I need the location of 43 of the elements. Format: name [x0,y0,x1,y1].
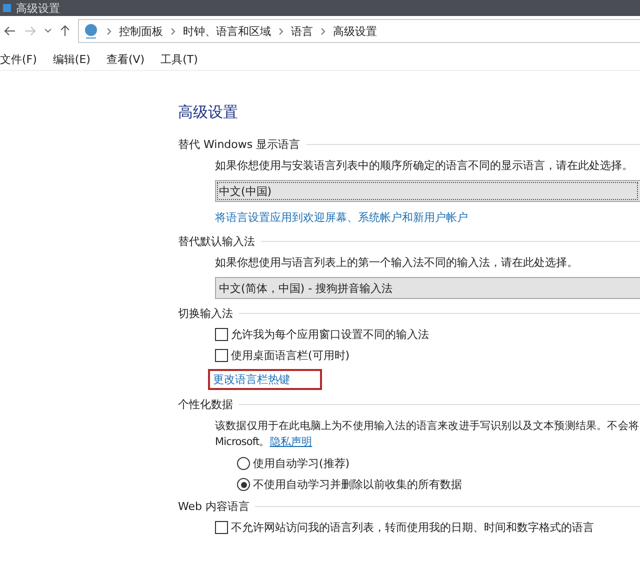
radio-button[interactable] [237,478,250,491]
dropdown[interactable]: 中文(中国) [215,180,640,202]
menu-item[interactable]: 文件(F) [0,52,37,66]
address-bar[interactable]: 控制面板 时钟、语言和区域 语言 高级设置 [78,19,640,43]
description-text: Microsoft。 [215,436,270,448]
menu-item[interactable]: 查看(V) [106,52,145,66]
menu-item[interactable]: 工具(T) [160,52,198,66]
description-text: 该数据仅用于在此电脑上为不使用输入法的语言来改进手写识别以及文本预测结果。不会将 [215,419,640,434]
section-title: 个性化数据 [178,396,233,412]
breadcrumb-item[interactable]: 语言 [291,24,313,38]
checkbox[interactable] [215,349,228,362]
breadcrumb-item[interactable]: 时钟、语言和区域 [183,24,271,38]
dropdown-icon[interactable] [44,28,52,34]
checkbox[interactable] [215,328,228,341]
window-icon [2,3,12,13]
description-text: 如果你想使用与语言列表上的第一个输入法不同的输入法，请在此处选择。 [215,255,579,271]
description-text: 如果你想使用与安装语言列表中的顺序所确定的语言不同的显示语言，请在此处选择。 [215,158,634,174]
page-heading: 高级设置 [178,103,239,122]
chevron-icon [107,28,111,34]
radio-button[interactable] [237,457,250,470]
back-icon[interactable] [4,26,16,36]
up-icon[interactable] [60,25,70,37]
breadcrumb-item[interactable]: 高级设置 [333,24,377,38]
link[interactable]: 更改语言栏热键 [208,369,322,390]
menu-item[interactable]: 编辑(E) [52,52,90,66]
link[interactable]: 将语言设置应用到欢迎屏幕、系统帐户和新用户帐户 [211,208,472,227]
section-title: 切换输入法 [178,306,233,320]
chevron-icon [279,28,283,34]
checkbox[interactable] [215,521,228,534]
chevron-icon [171,28,175,34]
checkbox-label: 允许我为每个应用窗口设置不同的输入法 [231,327,429,342]
chevron-icon [321,28,325,34]
section-title: Web 内容语言 [178,498,250,514]
breadcrumb-item[interactable]: 控制面板 [119,24,163,38]
privacy-link[interactable]: 隐私声明 [270,436,312,448]
radio-label: 使用自动学习(推荐) [253,456,350,471]
radio-label: 不使用自动学习并删除以前收集的所有数据 [253,477,462,492]
dropdown[interactable]: 中文(简体，中国) - 搜狗拼音输入法 [215,277,640,299]
checkbox-label: 不允许网站访问我的语言列表，转而使用我的日期、时间和数字格式的语言 [231,520,594,535]
section-title: 替代 Windows 显示语言 [178,136,300,152]
section-title: 替代默认输入法 [178,234,255,248]
checkbox-label: 使用桌面语言栏(可用时) [231,348,350,363]
window-title: 高级设置 [16,0,60,16]
